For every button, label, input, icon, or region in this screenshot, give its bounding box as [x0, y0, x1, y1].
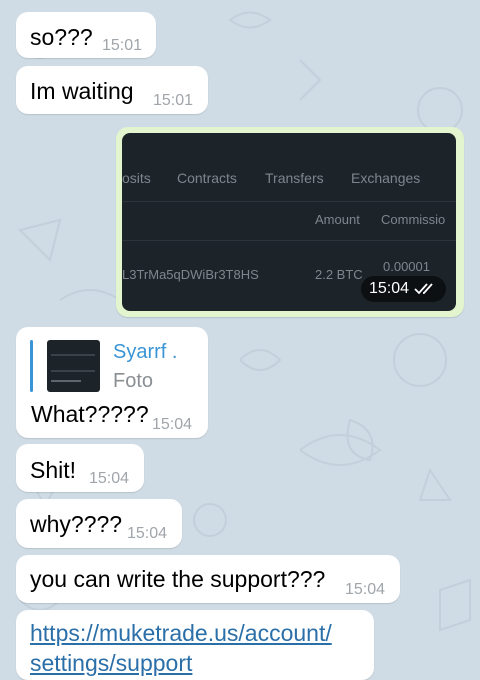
- message-time: 15:01: [153, 92, 194, 109]
- message-bubble[interactable]: you can write the support??? 15:04: [16, 555, 400, 603]
- reply-subtitle: Foto: [113, 370, 154, 392]
- double-check-icon: [414, 283, 433, 295]
- message-bubble[interactable]: so??? 15:01: [16, 12, 156, 58]
- message-text: you can write the support???: [30, 566, 326, 592]
- message-text: Shit!: [30, 457, 77, 483]
- reply-accent-bar: [30, 340, 33, 392]
- screenshot-tab-text: Exchanges: [351, 170, 421, 186]
- message-bubble[interactable]: Shit! 15:04: [16, 444, 144, 492]
- screenshot-header-text: Commissio: [381, 212, 446, 227]
- link-message-bubble[interactable]: https://muketrade.us/account/ settings/s…: [16, 610, 374, 680]
- screenshot-tab-text: Transfers: [265, 170, 324, 186]
- screenshot-divider: [122, 240, 456, 241]
- screenshot-header-text: Amount: [315, 212, 360, 227]
- message-time: 15:04: [127, 525, 168, 542]
- photo-attachment[interactable]: osits Contracts Transfers Exchanges Amou…: [122, 133, 456, 311]
- message-text: What?????: [31, 401, 149, 427]
- message-time: 15:04: [368, 280, 409, 297]
- message-bubble[interactable]: Im waiting 15:01: [16, 66, 208, 114]
- message-time: 15:04: [345, 581, 386, 598]
- screenshot-amount-text: 2.2 BTC: [315, 267, 363, 282]
- photo-time-pill: 15:04: [360, 276, 446, 302]
- photo-thumbnail-icon[interactable]: [47, 340, 100, 392]
- screenshot-address-text: L3TrMa5qDWiBr3T8HS: [122, 267, 259, 282]
- screenshot-divider: [122, 201, 456, 202]
- message-text: so???: [30, 24, 93, 50]
- screenshot-tab-text: Contracts: [177, 170, 237, 186]
- message-text: Im waiting: [30, 78, 134, 104]
- message-bubble[interactable]: why???? 15:04: [16, 499, 182, 548]
- message-text: why????: [30, 511, 123, 537]
- support-link-continued[interactable]: settings/support: [30, 648, 332, 678]
- screenshot-commission-text: 0.00001: [383, 259, 430, 274]
- support-link[interactable]: https://muketrade.us/account/: [30, 618, 332, 648]
- reply-sender-name[interactable]: Syarrf .: [113, 341, 177, 364]
- outgoing-photo-message[interactable]: osits Contracts Transfers Exchanges Amou…: [116, 127, 464, 317]
- message-time: 15:04: [152, 416, 193, 433]
- message-time: 15:04: [89, 470, 130, 487]
- message-time: 15:01: [102, 37, 143, 54]
- screenshot-tab-text: osits: [122, 170, 151, 186]
